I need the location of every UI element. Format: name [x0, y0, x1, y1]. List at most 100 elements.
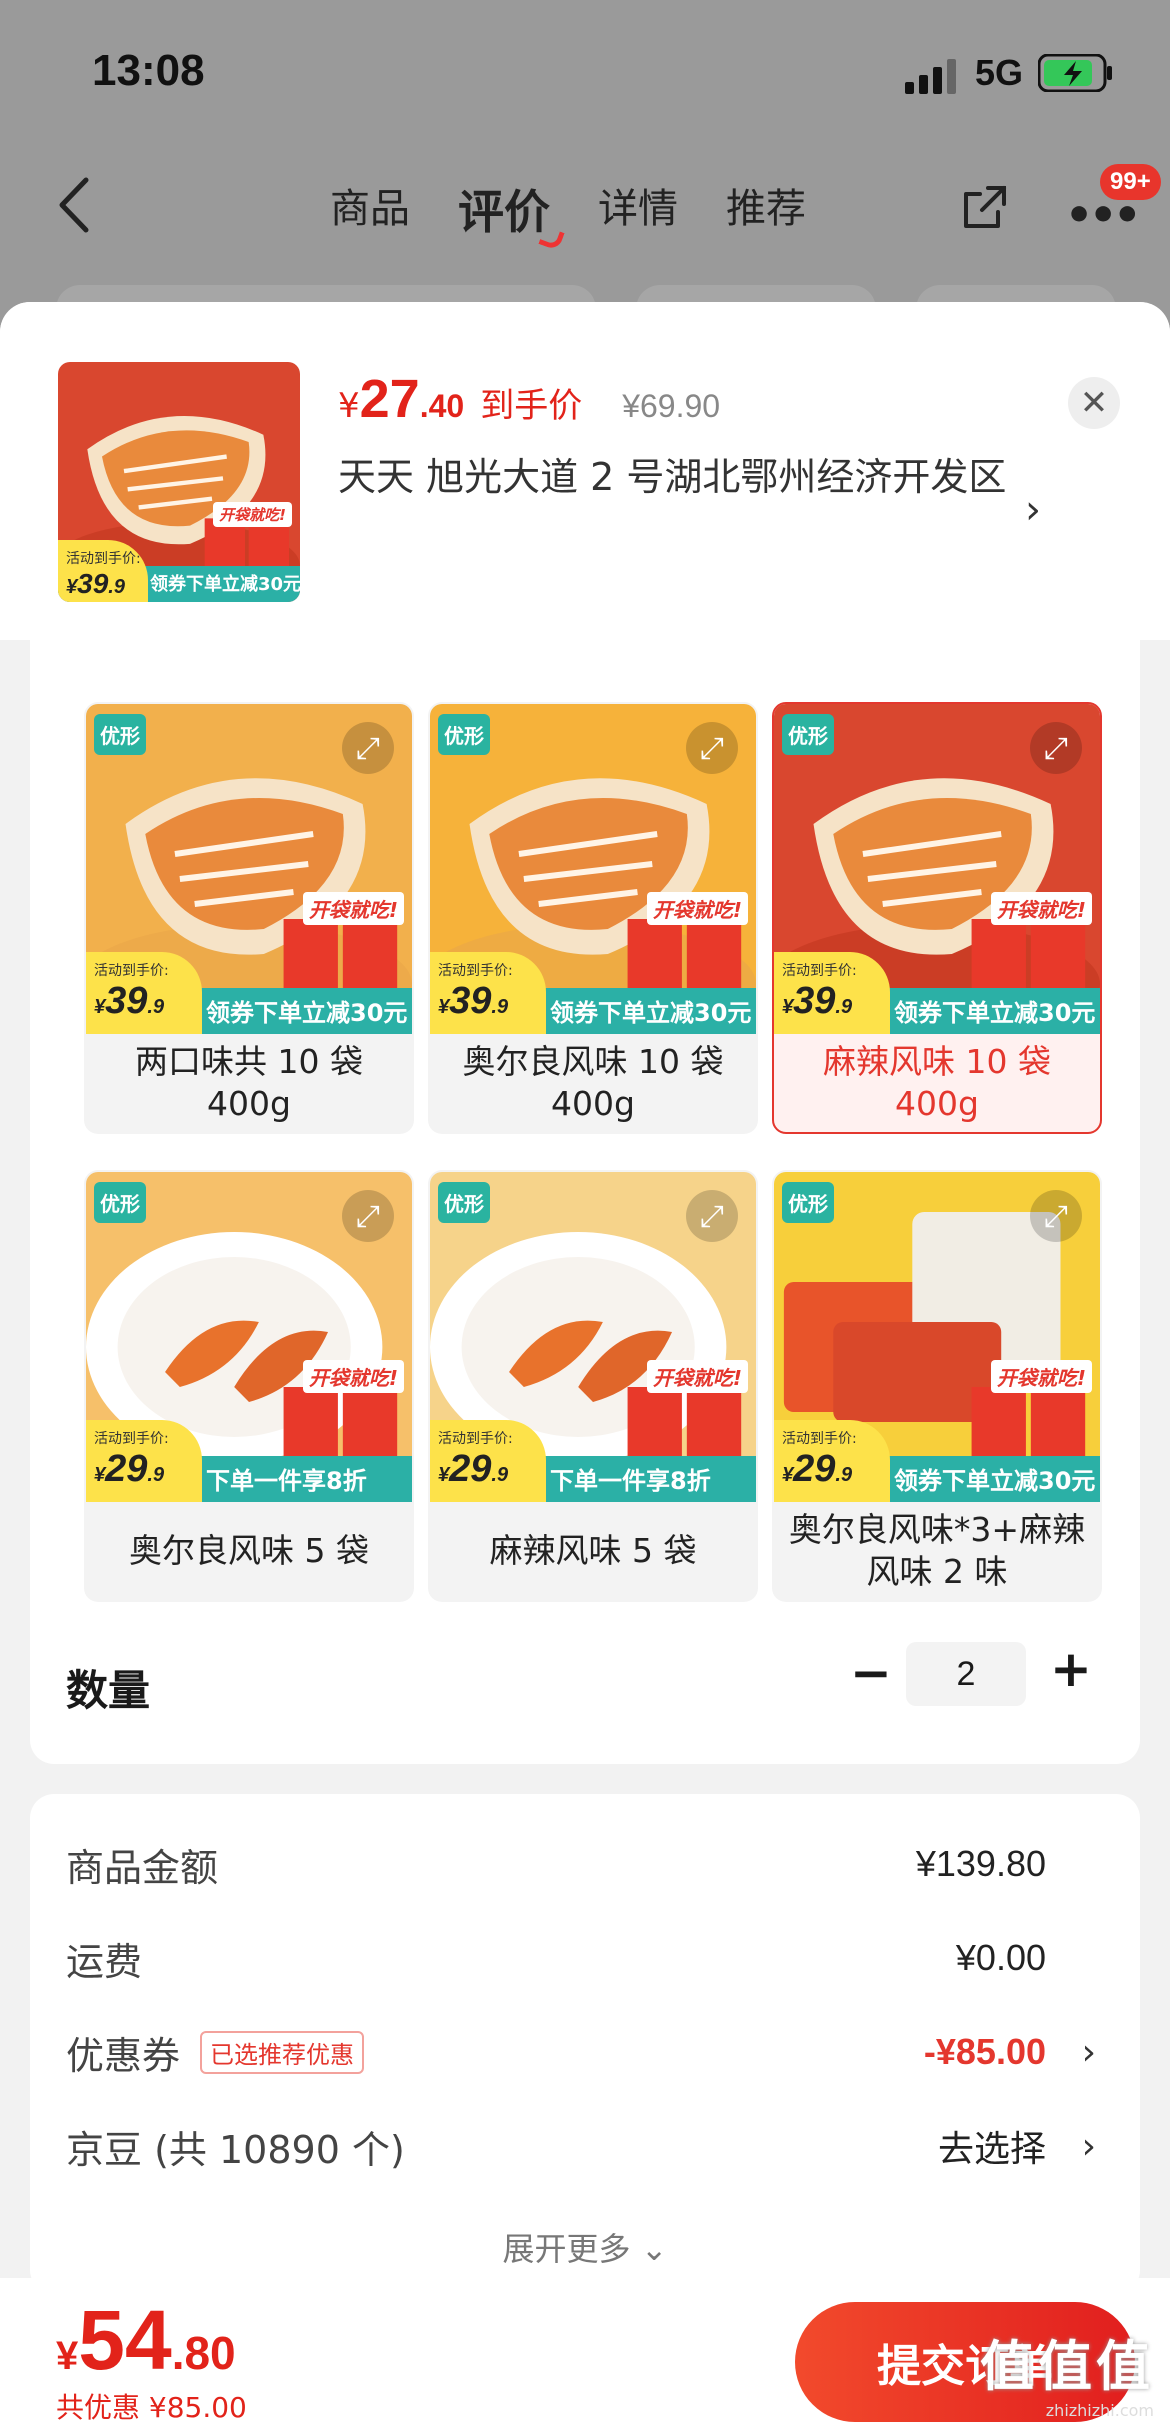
zoom-icon[interactable]: ⤢ — [342, 1190, 394, 1242]
brand-logo: 优形 — [94, 714, 146, 755]
spec-card: 优形 ⤢ 开袋就吃! 活动到手价: ¥39.9 领券下单立减30元 两口味共 10 袋 40… — [30, 622, 1140, 1764]
spec-image: 优形 ⤢ 开袋就吃! 活动到手价: ¥39.9 领券下单立减30元 — [86, 704, 412, 1034]
promo-text: 领券下单立减30元 — [894, 999, 1096, 1027]
watermark-url: zhizhizhi.com — [1045, 2401, 1154, 2420]
total-integer: 54 — [78, 2293, 172, 2387]
coupon-row[interactable]: 优惠券 已选推荐优惠 -¥85.00 › — [66, 2022, 1106, 2082]
promo-price-label: 活动到手价: — [782, 1431, 857, 1447]
spec-option[interactable]: 优形 ⤢ 开袋就吃! 活动到手价: ¥29.9 下单一件享8折 麻辣风味 5 袋 — [428, 1170, 758, 1602]
price-decimal: .40 — [419, 388, 465, 424]
spec-option-label: 奥尔良风味*3+麻辣风味 2 味 — [788, 1510, 1086, 1591]
goods-amount-row: 商品金额 ¥139.80 — [66, 1834, 1106, 1894]
zoom-icon[interactable]: ⤢ — [686, 722, 738, 774]
spec-option[interactable]: 优形 ⤢ 开袋就吃! 活动到手价: ¥29.9 下单一件享8折 奥尔良风味 5 袋 — [84, 1170, 414, 1602]
promo-price-label: 活动到手价: — [438, 963, 513, 979]
quantity-label: 数量 — [66, 1666, 151, 1715]
open-to-eat-tag: 开袋就吃! — [213, 502, 292, 527]
spec-grid: 优形 ⤢ 开袋就吃! 活动到手价: ¥39.9 领券下单立减30元 两口味共 10 袋 40… — [84, 702, 1102, 1602]
share-icon[interactable] — [958, 180, 1012, 234]
spec-option-label: 麻辣风味 10 袋 400g — [823, 1042, 1051, 1123]
promo-text: 领券下单立减30元 — [150, 574, 300, 595]
quantity-minus-button[interactable]: − — [850, 1644, 892, 1702]
quantity-plus-button[interactable]: + — [1050, 1640, 1092, 1698]
promo-currency: ¥ — [66, 576, 78, 598]
promo-text: 领券下单立减30元 — [550, 999, 752, 1027]
promo-price-badge: 活动到手价: ¥29.9 — [774, 1420, 890, 1502]
promo-price-value: ¥39.9 — [782, 980, 890, 1023]
brand-logo: 优形 — [782, 714, 834, 755]
status-bar: 13:08 5G — [0, 0, 1170, 150]
promo-currency: ¥ — [438, 996, 450, 1018]
close-button[interactable]: ✕ — [1068, 377, 1120, 429]
promo-price-dec: .9 — [147, 996, 165, 1018]
tab-details[interactable]: 详情 — [598, 176, 678, 242]
open-to-eat-tag: 开袋就吃! — [302, 1360, 404, 1393]
spec-option[interactable]: 优形 ⤢ 开袋就吃! 活动到手价: ¥39.9 领券下单立减30元 两口味共 10 袋 40… — [84, 702, 414, 1134]
total-currency: ¥ — [56, 2334, 79, 2378]
chevron-right-icon[interactable]: › — [1082, 2032, 1096, 2073]
goods-amount-label: 商品金额 — [66, 1845, 219, 1890]
battery-icon — [1038, 54, 1112, 92]
promo-currency: ¥ — [438, 1464, 450, 1486]
back-arrow-icon[interactable] — [50, 172, 100, 238]
tab-recommend[interactable]: 推荐 — [726, 176, 806, 242]
thumbnail-image: 活动到手价: ¥39.9 领券下单立减30元 开袋就吃! — [58, 362, 300, 602]
promo-price-badge: 活动到手价: ¥29.9 — [86, 1420, 202, 1502]
promo-price-dec: .9 — [835, 1464, 853, 1486]
spec-image: 优形 ⤢ 开袋就吃! 活动到手价: ¥39.9 领券下单立减30元 — [774, 704, 1100, 1034]
watermark: 值值值 zhizhizhi.com — [980, 2322, 1154, 2420]
spec-option-label: 两口味共 10 袋 400g — [135, 1042, 363, 1123]
open-to-eat-tag: 开袋就吃! — [646, 892, 748, 925]
promo-price-value: ¥29.9 — [782, 1448, 890, 1491]
promo-price-value: ¥29.9 — [438, 1448, 546, 1491]
watermark-logo: 值值值 — [980, 2335, 1154, 2398]
signal-icon — [905, 59, 956, 94]
promo-price-badge: 活动到手价: ¥39.9 — [430, 952, 546, 1034]
message-badge: 99+ — [1100, 164, 1161, 200]
jingdou-row[interactable]: 京豆 (共 10890 个) 去选择 › — [66, 2116, 1106, 2176]
spec-image: 优形 ⤢ 开袋就吃! 活动到手价: ¥29.9 下单一件享8折 — [430, 1172, 756, 1502]
spec-option-label: 奥尔良风味 10 袋 400g — [462, 1042, 724, 1123]
spec-option[interactable]: 优形 ⤢ 开袋就吃! 活动到手价: ¥39.9 领券下单立减30元 奥尔良风味 10 袋 4… — [428, 702, 758, 1134]
zoom-icon[interactable]: ⤢ — [686, 1190, 738, 1242]
quantity-input[interactable]: 2 — [906, 1642, 1026, 1706]
spec-option[interactable]: 优形 ⤢ 开袋就吃! 活动到手价: ¥39.9 领券下单立减30元 麻辣风味 10 袋 40… — [772, 702, 1102, 1134]
jingdou-label: 京豆 (共 10890 个) — [66, 2127, 405, 2172]
expand-more-button[interactable]: 展开更多 ⌄ — [30, 2224, 1140, 2270]
nav-tabs: 商品 评价 详情 推荐 — [330, 176, 806, 242]
price-label: 到手价 — [480, 386, 583, 426]
brand-logo: 优形 — [94, 1182, 146, 1223]
open-to-eat-tag: 开袋就吃! — [990, 892, 1092, 925]
open-to-eat-tag: 开袋就吃! — [990, 1360, 1092, 1393]
jingdou-value: 去选择 — [937, 2129, 1046, 2170]
zoom-icon[interactable]: ⤢ — [342, 722, 394, 774]
promo-currency: ¥ — [782, 1464, 794, 1486]
promo-price-dec: .9 — [491, 996, 509, 1018]
promo-price-badge: 活动到手价: ¥39.9 — [58, 540, 148, 602]
tab-goods[interactable]: 商品 — [330, 176, 410, 242]
original-price: ¥69.90 — [622, 388, 721, 424]
promo-currency: ¥ — [782, 996, 794, 1018]
shipping-row: 运费 ¥0.00 — [66, 1928, 1106, 1988]
promo-text: 领券下单立减30元 — [894, 1467, 1096, 1495]
chevron-down-icon: ⌄ — [640, 2230, 668, 2268]
status-time: 13:08 — [92, 46, 205, 95]
zoom-icon[interactable]: ⤢ — [1030, 1190, 1082, 1242]
chevron-right-icon[interactable]: › — [1025, 487, 1041, 533]
delivery-address[interactable]: 天天 旭光大道 2 号湖北鄂州经济开发区 — [338, 447, 1018, 507]
spec-image: 优形 ⤢ 开袋就吃! 活动到手价: ¥29.9 下单一件享8折 — [86, 1172, 412, 1502]
promo-price-value: ¥39.9 — [438, 980, 546, 1023]
shipping-value: ¥0.00 — [955, 1937, 1046, 1978]
price-line: ¥ 27 .40 到手价 ¥69.90 — [338, 368, 720, 430]
spec-option[interactable]: 优形 ⤢ 开袋就吃! 活动到手价: ¥29.9 领券下单立减30元 奥尔良风味*3+麻辣风味… — [772, 1170, 1102, 1602]
open-to-eat-tag: 开袋就吃! — [302, 892, 404, 925]
promo-price-value: ¥39.9 — [66, 568, 148, 600]
promo-currency: ¥ — [94, 1464, 106, 1486]
promo-price-value: ¥29.9 — [94, 1448, 202, 1491]
promo-price-int: 29 — [449, 1448, 492, 1490]
price-currency: ¥ — [338, 386, 360, 426]
tab-reviews[interactable]: 评价 — [458, 176, 550, 242]
zoom-icon[interactable]: ⤢ — [1030, 722, 1082, 774]
expand-more-label: 展开更多 — [502, 2230, 631, 2268]
chevron-right-icon[interactable]: › — [1082, 2126, 1096, 2167]
